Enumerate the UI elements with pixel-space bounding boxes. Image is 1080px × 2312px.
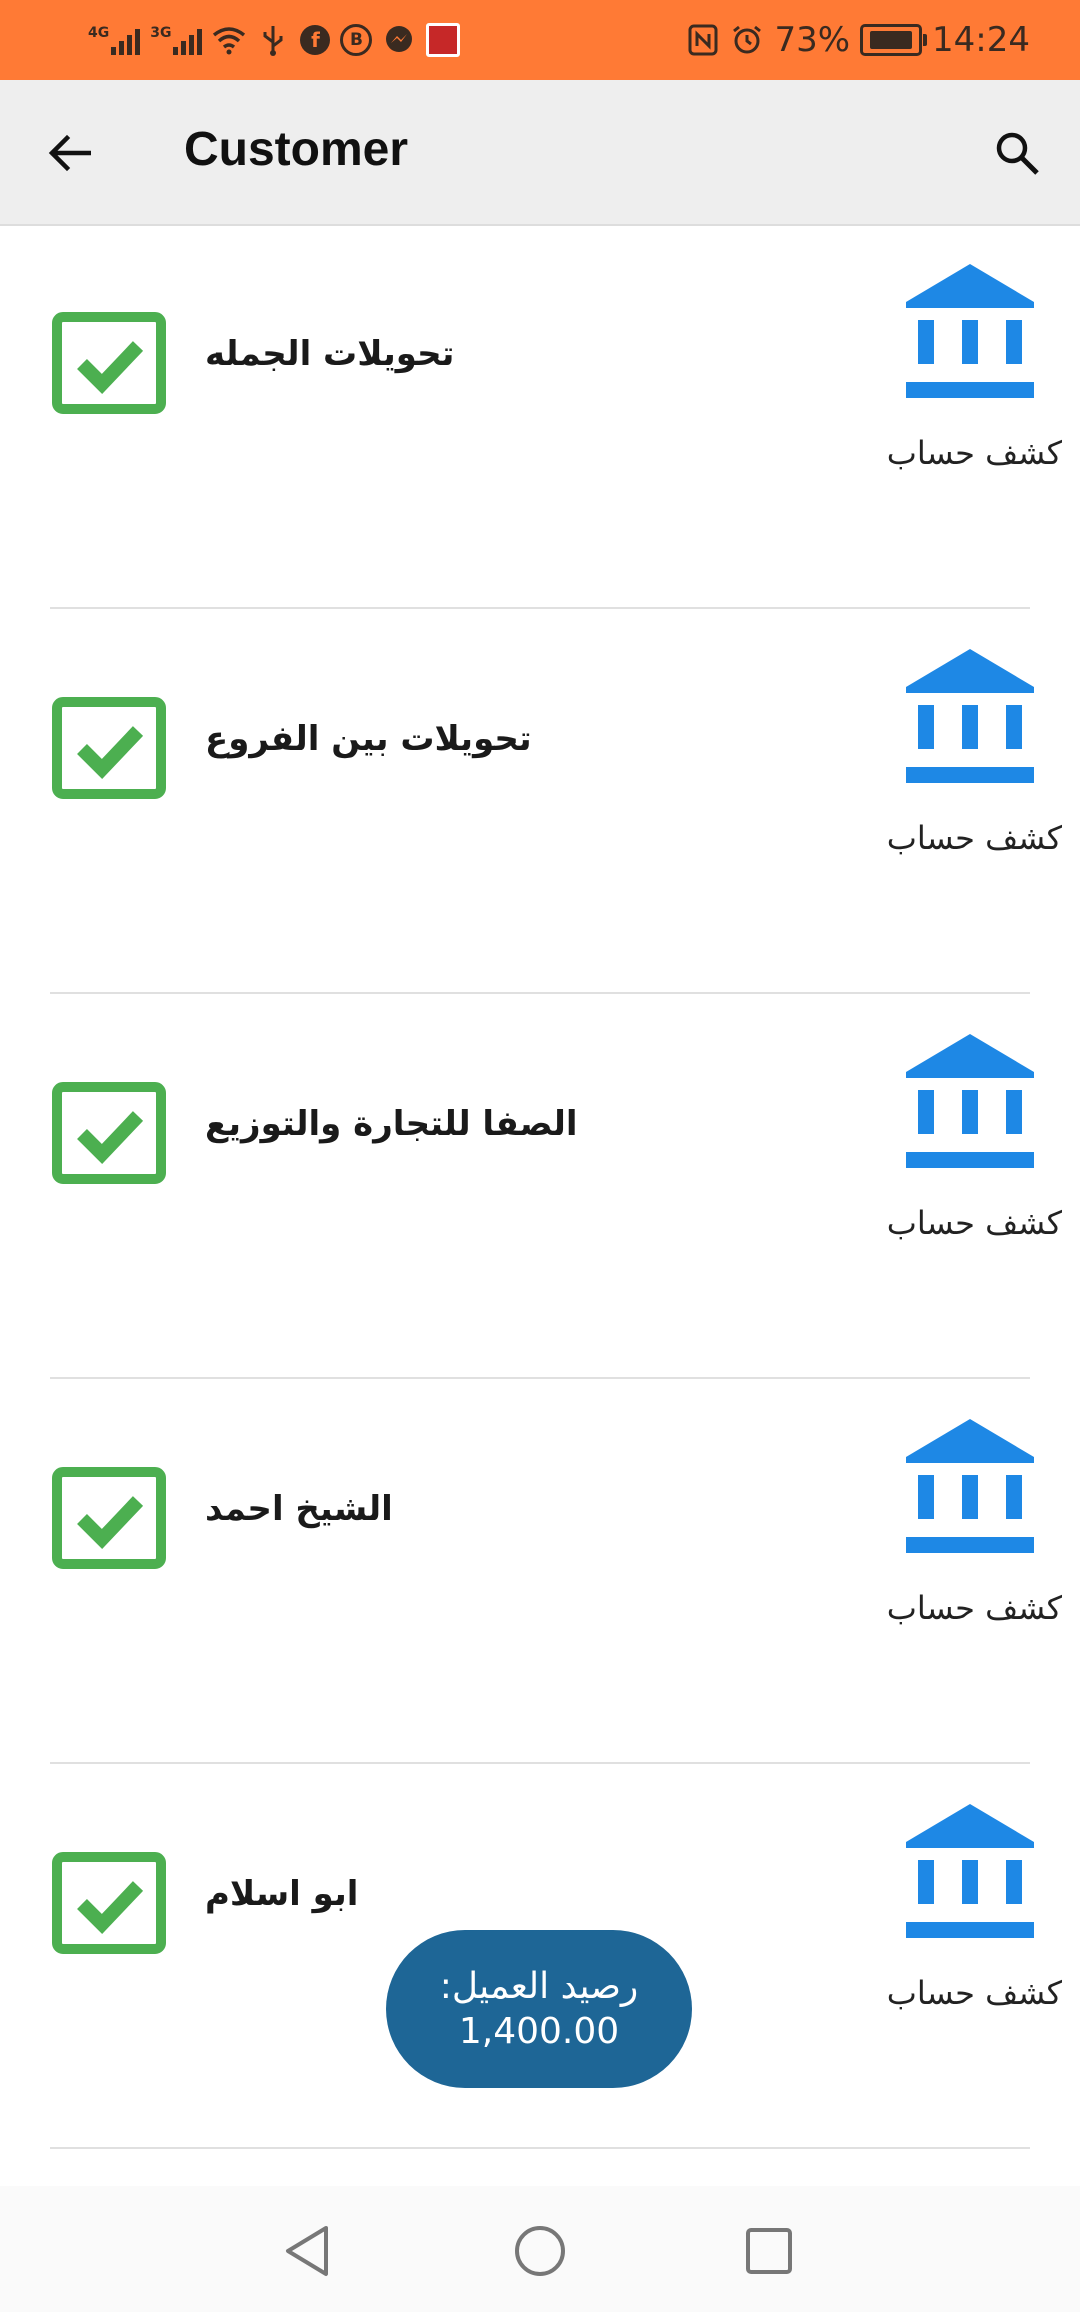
usb-icon bbox=[256, 23, 290, 57]
bank-statement-button[interactable] bbox=[904, 1417, 1036, 1555]
checkbox-checked-icon[interactable] bbox=[52, 1467, 166, 1569]
statement-label[interactable]: كشف حساب bbox=[862, 1974, 1062, 2012]
nav-recents-button[interactable] bbox=[734, 2216, 804, 2286]
customer-row[interactable]: الصفا للتجارة والتوزيع كشف حساب bbox=[0, 994, 1080, 1379]
facebook-icon: f bbox=[300, 25, 331, 55]
bank-icon bbox=[906, 1804, 1034, 1938]
checkbox-checked-icon[interactable] bbox=[52, 1852, 166, 1954]
battery-icon bbox=[860, 24, 928, 56]
bank-statement-button[interactable] bbox=[904, 1802, 1036, 1940]
balance-label: رصيد العميل: bbox=[439, 1966, 639, 2007]
messenger-icon bbox=[382, 23, 416, 57]
statement-label[interactable]: كشف حساب bbox=[862, 819, 1062, 857]
signal-3g-icon: 3G bbox=[150, 25, 203, 55]
notification-app-icon bbox=[426, 23, 461, 57]
page-title: Customer bbox=[184, 123, 409, 176]
bank-statement-button[interactable] bbox=[904, 647, 1036, 785]
statement-label[interactable]: كشف حساب bbox=[862, 434, 1062, 472]
customer-row[interactable]: تحويلات الجمله كشف حساب bbox=[0, 224, 1080, 609]
customer-name: تحويلات بين الفروع bbox=[205, 719, 532, 759]
statement-label[interactable]: كشف حساب bbox=[862, 1204, 1062, 1242]
checkbox-checked-icon[interactable] bbox=[52, 697, 166, 799]
back-button[interactable] bbox=[36, 120, 102, 186]
alarm-icon bbox=[730, 23, 764, 57]
customer-balance-pill: رصيد العميل: 1,400.00 bbox=[386, 1930, 692, 2088]
bank-icon bbox=[906, 1419, 1034, 1553]
status-bar: 4G 3G f B 73% 14:24 bbox=[0, 0, 1080, 80]
status-left-icons: 4G 3G f B bbox=[88, 18, 461, 62]
status-right-icons: 73% 14:24 bbox=[686, 18, 1030, 62]
statement-label[interactable]: كشف حساب bbox=[862, 1589, 1062, 1627]
square-recents-icon bbox=[746, 2228, 792, 2274]
nav-back-button[interactable] bbox=[272, 2216, 342, 2286]
b-app-icon: B bbox=[340, 24, 373, 56]
customer-row[interactable]: الشيخ احمد كشف حساب bbox=[0, 1379, 1080, 1764]
arrow-left-icon bbox=[48, 134, 91, 172]
clock: 14:24 bbox=[932, 20, 1030, 60]
customer-name: الشيخ احمد bbox=[205, 1489, 393, 1529]
bank-statement-button[interactable] bbox=[904, 1032, 1036, 1170]
checkbox-checked-icon[interactable] bbox=[52, 312, 166, 414]
bank-icon bbox=[906, 264, 1034, 398]
customer-name: ابو اسلام bbox=[205, 1874, 359, 1914]
checkbox-checked-icon[interactable] bbox=[52, 1082, 166, 1184]
bank-statement-button[interactable] bbox=[904, 262, 1036, 400]
signal-4g-icon: 4G bbox=[88, 25, 141, 55]
search-button[interactable] bbox=[984, 120, 1050, 186]
balance-value: 1,400.00 bbox=[458, 2011, 620, 2052]
customer-name: تحويلات الجمله bbox=[205, 334, 455, 374]
battery-percent: 73% bbox=[774, 20, 851, 60]
app-bar: Customer bbox=[0, 80, 1080, 226]
triangle-back-icon bbox=[286, 2226, 328, 2276]
bank-icon bbox=[906, 649, 1034, 783]
row-divider bbox=[50, 2147, 1030, 2149]
search-icon bbox=[996, 132, 1039, 175]
nav-home-button[interactable] bbox=[505, 2216, 575, 2286]
customer-name: الصفا للتجارة والتوزيع bbox=[205, 1104, 578, 1144]
nfc-icon bbox=[686, 23, 720, 57]
circle-home-icon bbox=[515, 2226, 565, 2276]
system-nav-bar bbox=[0, 2186, 1080, 2312]
wifi-icon bbox=[212, 23, 246, 57]
customer-row[interactable]: تحويلات بين الفروع كشف حساب bbox=[0, 609, 1080, 994]
bank-icon bbox=[906, 1034, 1034, 1168]
